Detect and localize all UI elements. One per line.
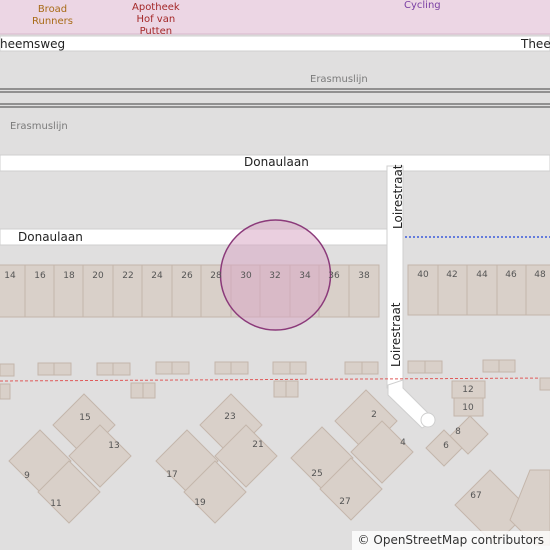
house-number: 26	[181, 271, 193, 281]
osm-attribution-link[interactable]: OpenStreetMap contributors	[373, 533, 544, 547]
house-number: 8	[455, 427, 461, 437]
building-cluster-west	[8, 393, 132, 524]
house-number: 32	[269, 271, 281, 281]
poi-broad-runners-label: Broad Runners	[32, 4, 73, 27]
house-number: 28	[210, 271, 222, 281]
map-view[interactable]: Broad Runners Apotheek Hof van Putten Cy…	[0, 0, 550, 550]
house-number: 13	[108, 441, 120, 451]
house-number: 67	[470, 491, 482, 501]
building-cluster-southeast	[425, 380, 550, 546]
street-label-loirestraat-upper: Loirestraat	[391, 164, 405, 229]
street-label-heemsweg-right: Thee	[521, 37, 550, 51]
street-label-donaulaan-lower: Donaulaan	[18, 230, 83, 244]
house-number: 11	[50, 499, 62, 509]
house-number: 2	[371, 410, 377, 420]
house-number: 17	[166, 470, 178, 480]
heemsweg-road	[0, 35, 550, 52]
house-number: 15	[79, 413, 91, 423]
house-number: 16	[34, 271, 46, 281]
house-number: 24	[151, 271, 163, 281]
copyright-symbol: ©	[357, 533, 370, 547]
poi-cycling-label: Cycling	[404, 0, 441, 11]
building-cluster-mid	[155, 393, 278, 524]
house-number: 36	[328, 271, 340, 281]
map-attribution: © OpenStreetMap contributors	[351, 531, 550, 550]
railway-label-upper: Erasmuslijn	[310, 74, 368, 85]
house-number: 18	[63, 271, 75, 281]
house-number: 22	[122, 271, 134, 281]
house-number: 20	[92, 271, 104, 281]
house-number: 30	[240, 271, 252, 281]
house-number: 40	[417, 270, 429, 280]
house-number: 19	[194, 498, 206, 508]
house-number: 46	[505, 270, 517, 280]
poi-apotheek[interactable]: Apotheek Hof van Putten	[132, 2, 180, 38]
house-number: 48	[534, 270, 546, 280]
street-label-loirestraat-lower: Loirestraat	[389, 302, 403, 367]
house-number: 6	[443, 441, 449, 451]
house-number: 21	[252, 440, 264, 450]
house-number: 25	[311, 469, 323, 479]
house-number: 9	[24, 471, 30, 481]
railway-label-lower: Erasmuslijn	[10, 121, 68, 132]
house-number: 10	[462, 403, 474, 413]
building-cluster-east	[290, 389, 414, 521]
house-number: 14	[4, 271, 16, 281]
house-number: 42	[446, 270, 458, 280]
house-number: 27	[339, 497, 351, 507]
house-number: 12	[462, 385, 474, 395]
poi-apotheek-label: Apotheek Hof van Putten	[132, 2, 180, 37]
street-label-donaulaan-upper: Donaulaan	[244, 155, 309, 169]
retail-area	[0, 0, 550, 34]
house-number: 38	[358, 271, 370, 281]
house-number: 23	[224, 412, 236, 422]
railway-tracks	[0, 88, 550, 108]
house-number: 44	[476, 270, 488, 280]
poi-broad-runners[interactable]: Broad Runners	[32, 4, 73, 28]
house-number: 4	[400, 438, 406, 448]
poi-cycling[interactable]: Cycling	[404, 1, 441, 11]
street-label-heemsweg: heemsweg	[0, 37, 66, 51]
house-number: 34	[299, 271, 311, 281]
